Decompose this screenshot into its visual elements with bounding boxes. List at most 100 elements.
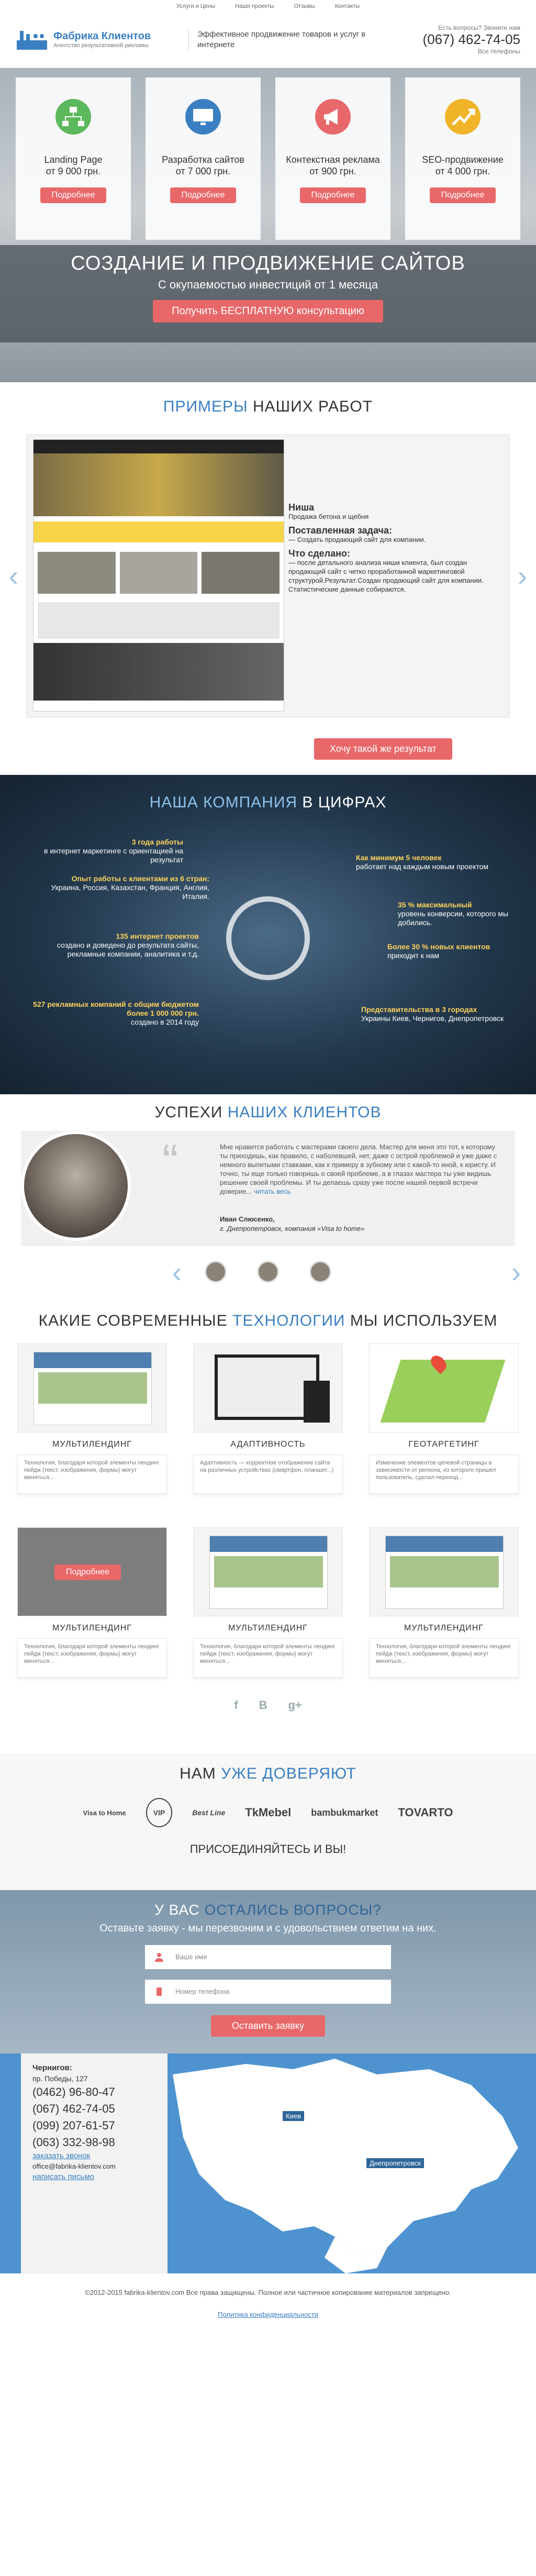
tech-card[interactable]: ГЕОТАРГЕТИНГ Изменение элементов целевой… [369, 1343, 519, 1494]
vk-icon[interactable]: B [259, 1698, 267, 1712]
tech-card[interactable]: АДАПТИВНОСТЬ Адаптивность — корректное о… [193, 1343, 343, 1494]
contact-card: Чернигов: пр. Победы, 127 (0462) 96-80-4… [21, 2053, 168, 2273]
service-more-button[interactable]: Подробнее [299, 187, 366, 203]
testimonial-thumbs [0, 1261, 536, 1283]
next-arrow-icon[interactable]: › [513, 560, 532, 592]
contact-phone[interactable]: (063) 332-98-98 [32, 2134, 156, 2151]
tech-card[interactable]: МУЛЬТИЛЕНДИНГ Технология, благодаря кото… [369, 1527, 519, 1678]
testimonial-card: “ Мне нравится работать с мастерами свое… [21, 1131, 515, 1246]
nav-reviews[interactable]: Отзывы [294, 3, 315, 12]
team-circle-icon [226, 896, 310, 980]
monitor-icon [185, 99, 221, 135]
testimonial-author: Иван Слюсенко, г. Днепропетровск, компан… [220, 1215, 365, 1233]
form-subtitle: Оставьте заявку - мы перезвоним и с удов… [99, 1923, 437, 1934]
header-phone[interactable]: (067) 462-74-05 [423, 31, 520, 48]
example-slide: Ниша Продажа бетона и щебня Поставленная… [26, 435, 510, 717]
callback-form-section: У ВАС ОСТАЛИСЬ ВОПРОСЫ? Оставьте заявку … [0, 1890, 536, 2053]
prev-arrow-icon[interactable]: ‹ [4, 560, 23, 592]
facebook-icon[interactable]: f [234, 1698, 238, 1712]
tech-name: АДАПТИВНОСТЬ [193, 1440, 343, 1455]
nav-contacts[interactable]: Контакты [335, 3, 360, 12]
stat-item: 3 года работы в интернет маркетинге с ори… [44, 838, 183, 864]
tech-description: Технология, благодаря которой элементы л… [17, 1455, 167, 1494]
client-logo: TOVARTO [398, 1806, 453, 1819]
client-thumb[interactable] [205, 1261, 227, 1283]
tech-screenshot [193, 1343, 343, 1433]
write-letter-link[interactable]: написать письмо [32, 2172, 156, 2182]
testimonial-text: Мне нравится работать с мастерами своего… [220, 1143, 497, 1195]
tech-description: Технология, благодаря которой элементы л… [193, 1639, 343, 1678]
want-result-button[interactable]: Хочу такой же результат [314, 738, 452, 760]
contact-email[interactable]: office@fabrika-klientov.com [32, 2161, 156, 2172]
numbers-title: НАША КОМПАНИЯ В ЦИФРАХ [149, 794, 387, 811]
all-phones-link[interactable]: Все телефоны [423, 48, 520, 55]
trust-title: НАМ УЖЕ ДОВЕРЯЮТ [180, 1765, 356, 1782]
quote-icon: “ [162, 1135, 178, 1189]
phone-icon [157, 1987, 162, 1996]
service-more-button[interactable]: Подробнее [40, 187, 107, 203]
read-more-link[interactable]: читать весь [254, 1187, 291, 1195]
nav-services[interactable]: Услуги и Цены [176, 3, 215, 12]
name-input[interactable]: Ваше имя [145, 1945, 391, 1969]
logo[interactable]: Фабрика Клиентов Агентство результативно… [16, 29, 188, 51]
tech-screenshot [17, 1343, 167, 1433]
prev-arrow-icon[interactable]: ‹ [168, 1257, 186, 1288]
factory-logo-icon [17, 30, 47, 50]
free-consult-button[interactable]: Получить БЕСПЛАТНУЮ консультацию [153, 300, 383, 323]
tech-name: МУЛЬТИЛЕНДИНГ [369, 1624, 519, 1639]
tech-card[interactable]: МУЛЬТИЛЕНДИНГ Технология, благодаря кото… [17, 1343, 167, 1494]
client-logo: Visa to Home [83, 1808, 126, 1817]
form-title: У ВАС ОСТАЛИСЬ ВОПРОСЫ? [154, 1902, 382, 1918]
tech-card[interactable]: Подробнее МУЛЬТИЛЕНДИНГ Технология, благ… [17, 1527, 167, 1678]
tech-screenshot [193, 1527, 343, 1616]
tech-description: Технология, благодаря которой элементы л… [369, 1639, 519, 1678]
phone-input[interactable]: Номер телефона [145, 1980, 391, 2004]
sitemap-icon [55, 99, 91, 135]
tech-more-button[interactable]: Подробнее [54, 1564, 121, 1580]
client-logo: Best Line [192, 1808, 226, 1817]
submit-request-button[interactable]: Оставить заявку [211, 2015, 325, 2037]
tech-description: Технология, благодаря которой элементы л… [17, 1639, 167, 1678]
service-price: от 7 000 грн. [175, 166, 231, 176]
tech-name: МУЛЬТИЛЕНДИНГ [17, 1624, 167, 1639]
tech-name: ГЕОТАРГЕТИНГ [369, 1440, 519, 1455]
tech-card[interactable]: МУЛЬТИЛЕНДИНГ Технология, благодаря кото… [193, 1527, 343, 1678]
client-thumb[interactable] [257, 1261, 279, 1283]
client-photo [21, 1131, 131, 1241]
stat-item: Опыт работы с клиентами из 6 стран: Украи… [51, 874, 209, 901]
niche-value: Продажа бетона и щебня [288, 513, 369, 520]
client-logos: Visa to Home VIP Best Line TkMebel bambu… [0, 1794, 536, 1831]
map-label-kyiv: Киев [283, 2111, 304, 2121]
tech-description: Изменение элементов целевой страницы в з… [369, 1455, 519, 1494]
service-more-button[interactable]: Подробнее [429, 187, 496, 203]
hero-subtitle: С окупаемостью инвестиций от 1 месяца [158, 278, 378, 291]
service-more-button[interactable]: Подробнее [170, 187, 237, 203]
service-cards: Landing Page от 9 000 грн. Подробнее Раз… [0, 68, 536, 240]
trust-section: НАМ УЖЕ ДОВЕРЯЮТ Visa to Home VIP Best L… [0, 1754, 536, 1890]
order-call-link[interactable]: заказать звонок [32, 2151, 156, 2161]
megaphone-icon [315, 99, 351, 135]
client-logo: VIP [146, 1798, 173, 1827]
client-thumb[interactable] [309, 1261, 331, 1283]
service-card-context-ads: Контекстная реклама от 900 грн. Подробне… [275, 77, 390, 240]
logo-title: Фабрика Клиентов [53, 30, 151, 42]
top-nav: Услуги и Цены Наши проекты Отзывы Контак… [0, 0, 536, 12]
privacy-policy-link[interactable]: Политика конфиденциальности [218, 2309, 318, 2320]
client-logo: bambukmarket [311, 1807, 378, 1818]
nav-projects[interactable]: Наши проекты [235, 3, 274, 12]
contact-phone[interactable]: (099) 207-61-57 [32, 2117, 156, 2134]
client-logo: TkMebel [245, 1806, 292, 1819]
tech-name: МУЛЬТИЛЕНДИНГ [17, 1440, 167, 1455]
footer: ©2012-2015 fabrika-klientov.com Все прав… [0, 2273, 536, 2325]
contact-phone[interactable]: (0462) 96-80-47 [32, 2084, 156, 2101]
next-arrow-icon[interactable]: › [507, 1257, 526, 1288]
stat-item: 527 рекламных компаний с общим бюджетом … [33, 1000, 199, 1026]
tech-description: Адаптивность — корректное отображение са… [193, 1455, 343, 1494]
google-plus-icon[interactable]: g+ [288, 1698, 302, 1712]
map-label-dnipro: Днепропетровск [366, 2158, 424, 2168]
contact-phone[interactable]: (067) 462-74-05 [32, 2101, 156, 2117]
chart-up-icon [445, 99, 481, 135]
service-card-landing: Landing Page от 9 000 грн. Подробнее [16, 77, 131, 240]
logo-subtitle: Агентство результативной рекламы [53, 42, 149, 49]
hero-banner: СОЗДАНИЕ И ПРОДВИЖЕНИЕ САЙТОВ С окупаемо… [0, 245, 536, 342]
